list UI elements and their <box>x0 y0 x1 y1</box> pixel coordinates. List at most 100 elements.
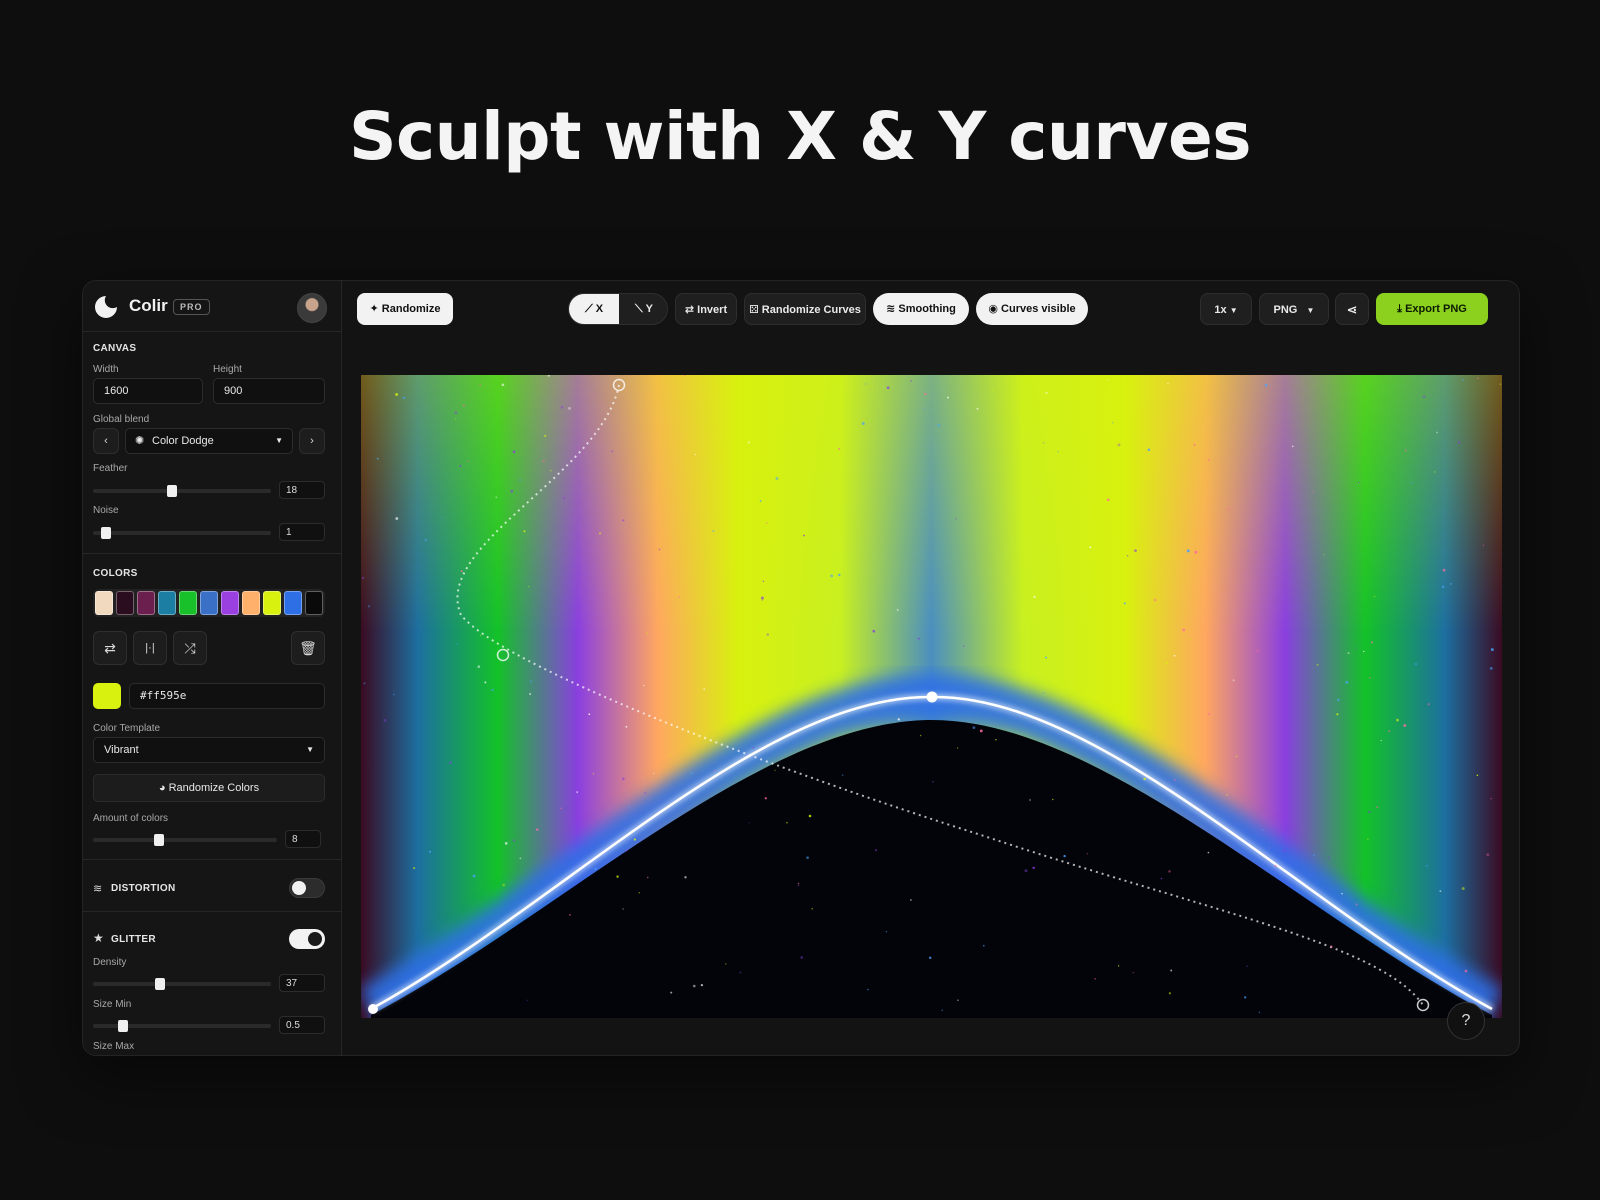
color-swatch[interactable] <box>200 591 218 615</box>
app-name: Colir <box>129 296 168 315</box>
glitter-speck <box>1373 595 1376 598</box>
blend-prev-button[interactable]: ‹ <box>93 428 119 454</box>
export-label: Export PNG <box>1405 303 1467 315</box>
glitter-speck <box>1246 965 1248 967</box>
density-slider-thumb[interactable] <box>155 978 165 990</box>
glitter-speck <box>1009 493 1011 495</box>
glitter-speck <box>563 497 566 499</box>
glitter-speck <box>700 983 704 987</box>
glitter-speck <box>611 450 614 453</box>
hex-input[interactable]: #ff595e <box>129 683 325 709</box>
glitter-speck <box>479 384 481 386</box>
glitter-speck <box>528 585 530 588</box>
glitter-speck <box>568 407 571 410</box>
glitter-speck <box>962 645 965 647</box>
color-swatch[interactable] <box>95 591 113 615</box>
distortion-title: DISTORTION <box>111 883 176 894</box>
y-curve-button[interactable]: ⟍ Y <box>619 294 667 324</box>
color-swatch[interactable] <box>158 591 176 615</box>
curves-visible-label: Curves visible <box>1001 303 1076 315</box>
format-select[interactable]: PNG ▼ <box>1259 293 1329 325</box>
randomize-colors-button[interactable]: ◕ Randomize Colors <box>93 774 325 802</box>
amount-value[interactable]: 8 <box>285 830 321 848</box>
width-input[interactable]: 1600 <box>93 378 203 404</box>
template-select[interactable]: Vibrant ▼ <box>93 737 325 763</box>
glitter-speck <box>886 386 890 390</box>
height-input[interactable]: 900 <box>213 378 325 404</box>
share-button[interactable]: ⋖ <box>1335 293 1369 325</box>
glitter-speck <box>972 726 976 729</box>
blend-select[interactable]: ✺ Color Dodge ▼ <box>125 428 293 454</box>
glitter-speck <box>1477 377 1479 379</box>
feather-value[interactable]: 18 <box>279 481 325 499</box>
smoothing-button[interactable]: ≋ Smoothing <box>873 293 969 325</box>
distribute-button[interactable]: |·| <box>133 631 167 665</box>
noise-value[interactable]: 1 <box>279 523 325 541</box>
swap-colors-button[interactable]: ⇄ <box>93 631 127 665</box>
color-swatch[interactable] <box>284 591 302 615</box>
glitter-speck <box>512 450 516 454</box>
glitter-speck <box>808 814 812 818</box>
export-button[interactable]: ⤓ Export PNG <box>1376 293 1488 325</box>
main-area: ✦ Randomize ⟋ X ⟍ Y ⇄ Invert ⚄ Randomize… <box>342 281 1519 1055</box>
glitter-speck <box>479 634 482 637</box>
noise-slider-thumb[interactable] <box>101 527 111 539</box>
glitter-toggle[interactable] <box>289 929 325 949</box>
color-swatch[interactable] <box>263 591 281 615</box>
distortion-toggle[interactable] <box>289 878 325 898</box>
avatar[interactable] <box>297 293 327 323</box>
shuffle-button[interactable]: ⤮ <box>173 631 207 665</box>
glitter-speck <box>367 605 371 608</box>
glitter-speck <box>872 629 876 633</box>
color-swatch[interactable] <box>137 591 155 615</box>
current-color-swatch[interactable] <box>93 683 121 709</box>
invert-button[interactable]: ⇄ Invert <box>675 293 737 325</box>
color-swatch[interactable] <box>221 591 239 615</box>
color-swatch[interactable] <box>116 591 134 615</box>
glitter-speck <box>625 725 628 728</box>
glitter-speck <box>1226 794 1228 796</box>
glitter-speck <box>747 441 751 444</box>
feather-slider[interactable] <box>93 485 271 497</box>
scale-select[interactable]: 1x ▼ <box>1200 293 1252 325</box>
glitter-speck <box>1486 853 1490 857</box>
color-swatch[interactable] <box>242 591 260 615</box>
glitter-speck <box>1029 798 1032 802</box>
glitter-speck <box>625 849 628 852</box>
curve-x-icon: ⟋ <box>584 303 593 315</box>
glitter-speck <box>1329 945 1333 948</box>
glitter-speck <box>616 875 619 878</box>
feather-slider-thumb[interactable] <box>167 485 177 497</box>
color-swatch[interactable] <box>305 591 323 615</box>
glitter-speck <box>1244 996 1247 999</box>
size-min-value[interactable]: 0.5 <box>279 1016 325 1034</box>
curves-visible-button[interactable]: ◉ Curves visible <box>976 293 1088 325</box>
x-curve-button[interactable]: ⟋ X <box>569 294 619 324</box>
blend-next-button[interactable]: › <box>299 428 325 454</box>
feather-label: Feather <box>93 463 128 474</box>
noise-slider[interactable] <box>93 527 271 539</box>
glitter-speck <box>1476 774 1479 777</box>
glitter-speck <box>449 761 452 765</box>
glitter-speck <box>1132 971 1135 974</box>
gradient-canvas[interactable] <box>361 375 1502 1018</box>
density-slider[interactable] <box>93 978 271 990</box>
size-min-slider-thumb[interactable] <box>118 1020 128 1032</box>
glitter-speck <box>693 984 696 988</box>
trash-icon[interactable]: 🗑 <box>291 631 325 665</box>
density-value[interactable]: 37 <box>279 974 325 992</box>
glitter-speck <box>621 777 625 781</box>
randomize-curves-button[interactable]: ⚄ Randomize Curves <box>744 293 866 325</box>
glitter-speck <box>560 807 562 810</box>
amount-slider[interactable] <box>93 834 277 846</box>
sparkle-icon: ✺ <box>135 435 145 447</box>
randomize-button[interactable]: ✦ Randomize <box>357 293 453 325</box>
help-button[interactable]: ? <box>1447 1002 1485 1040</box>
amount-slider-thumb[interactable] <box>154 834 164 846</box>
glitter-speck <box>1089 546 1092 549</box>
color-swatch[interactable] <box>179 591 197 615</box>
glitter-speck <box>1024 869 1028 873</box>
gradient-artwork[interactable] <box>361 375 1502 1018</box>
glitter-speck <box>694 453 697 456</box>
size-min-slider[interactable] <box>93 1020 271 1032</box>
